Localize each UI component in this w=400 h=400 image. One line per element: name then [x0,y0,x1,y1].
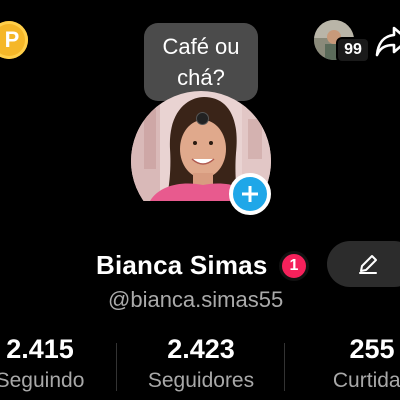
stat-likes-label: Curtidas [332,369,400,392]
edit-profile-button[interactable] [327,241,400,287]
count-badge: 99 [336,37,370,63]
stat-followers-value: 2.423 [167,334,235,364]
coin-symbol: P [4,27,20,52]
pencil-icon [359,255,377,274]
notification-badge[interactable]: 1 [279,251,309,281]
stat-likes-value: 255 [349,334,395,364]
stat-following-label: Seguindo [0,369,85,392]
profile-handle: @bianca.simas55 [108,287,284,312]
add-story-button[interactable] [229,173,271,215]
stat-followers-label: Seguidores [147,369,255,392]
stat-divider [116,343,117,391]
stat-divider [284,343,285,391]
profile-name: Bianca Simas [96,250,268,280]
stat-followers[interactable]: 2.423 Seguidores [141,334,261,393]
plus-icon [242,186,258,202]
stat-following-value: 2.415 [6,334,74,364]
note-line-1: Café ou [162,34,240,59]
share-icon[interactable] [374,22,400,62]
online-dot [196,112,209,125]
stat-likes[interactable]: 255 Curtidas [322,334,400,393]
coin-icon[interactable]: P [0,21,28,59]
stat-following[interactable]: 2.415 Seguindo [0,334,90,393]
